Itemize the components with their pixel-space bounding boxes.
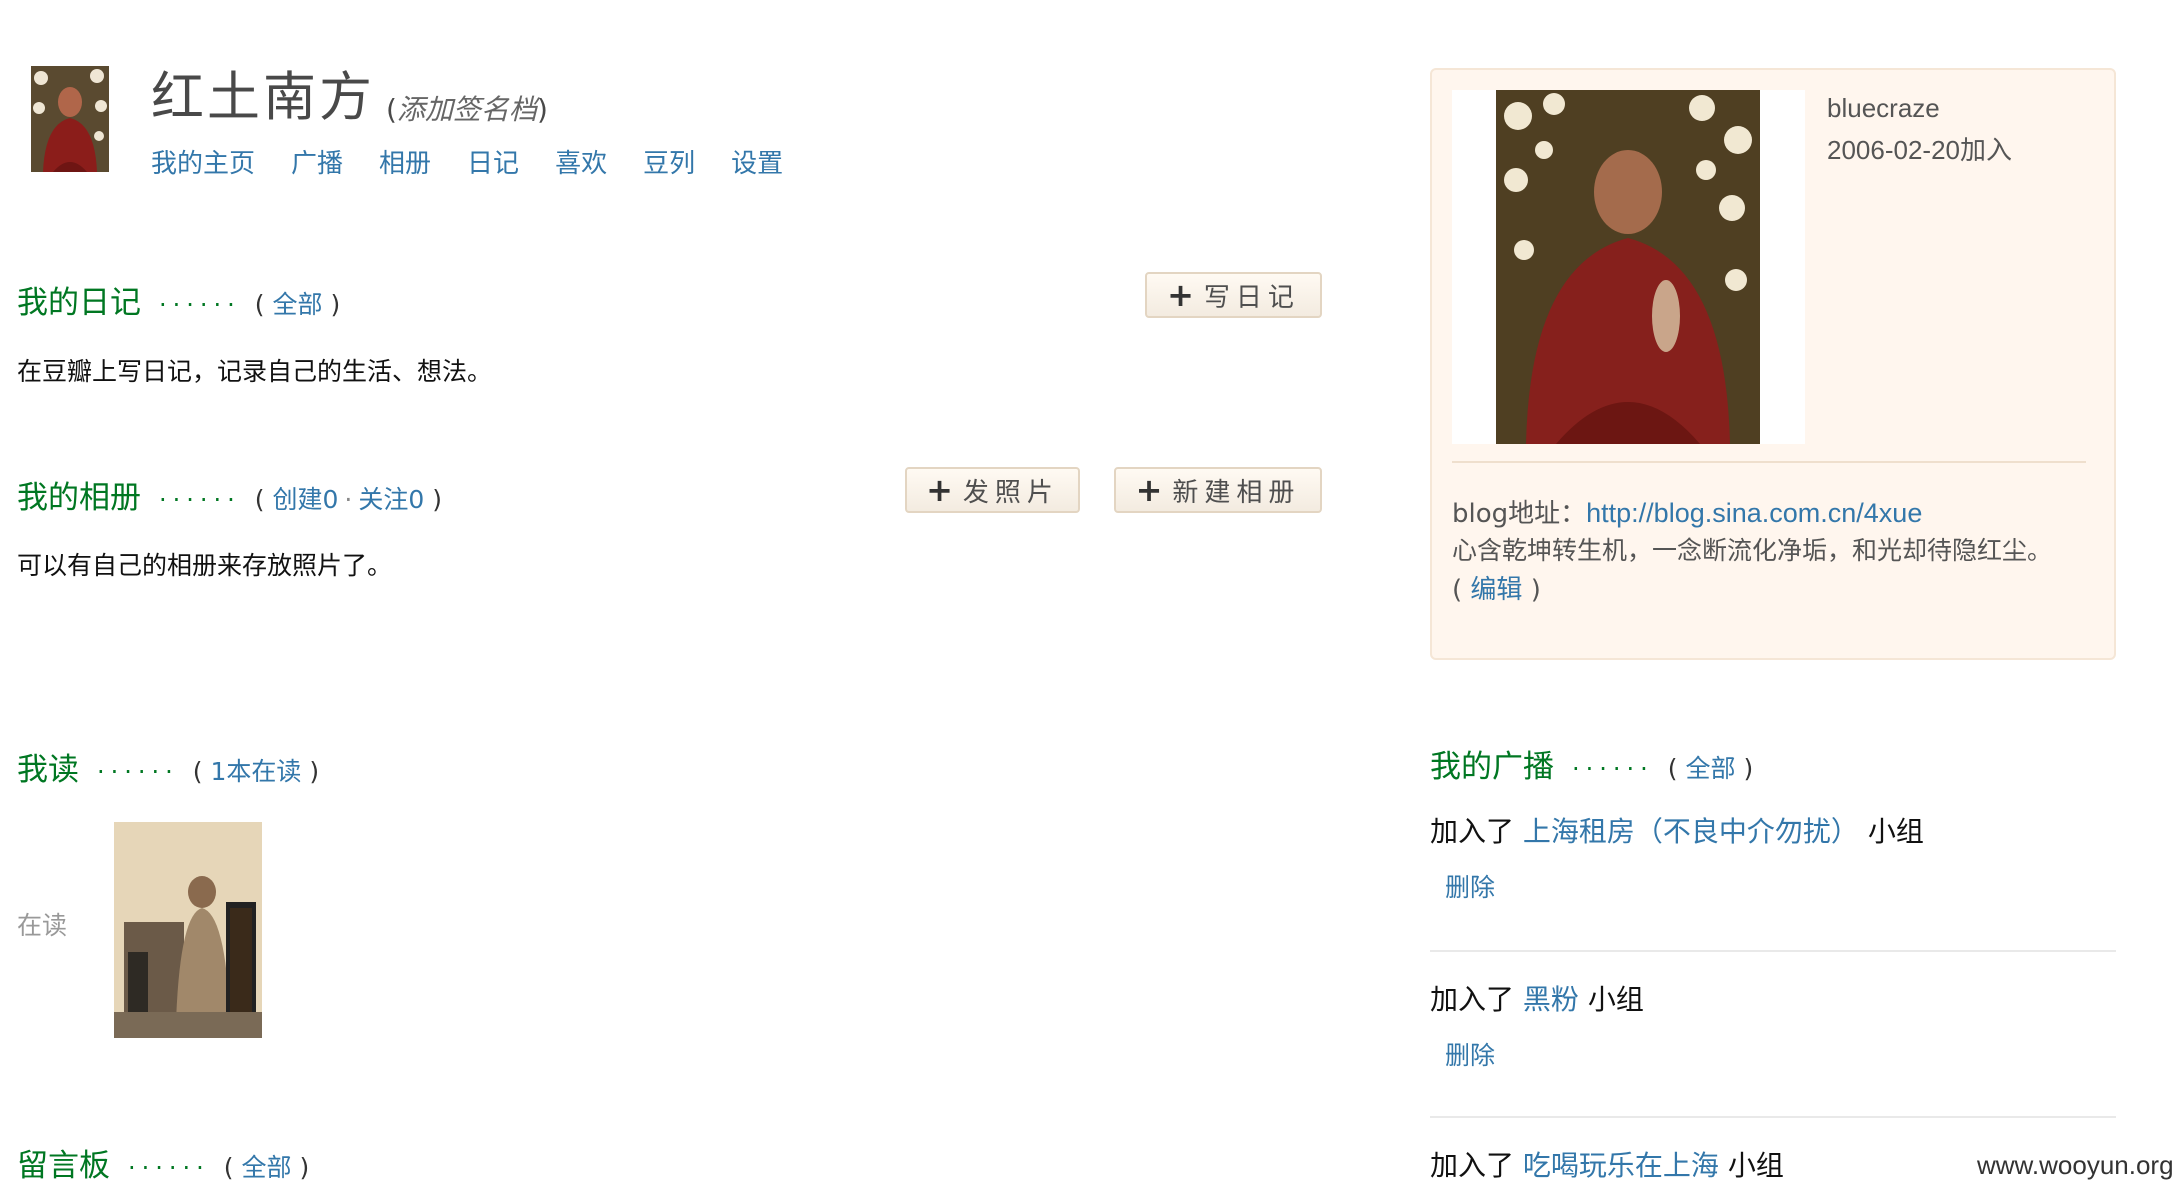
profile-photo[interactable] (1452, 90, 1805, 444)
add-signature-link[interactable]: 添加签名档 (397, 93, 537, 126)
write-diary-button[interactable]: + 写日记 (1145, 272, 1322, 318)
new-album-button[interactable]: + 新建相册 (1114, 467, 1322, 513)
nav-broadcast[interactable]: 广播 (291, 143, 343, 180)
plus-icon: + (1135, 471, 1163, 509)
diary-all-link[interactable]: 全部 (272, 290, 322, 319)
delete-broadcast-link[interactable]: 删除 (1445, 1036, 1495, 1072)
nav-diary[interactable]: 日记 (467, 143, 519, 180)
group-link[interactable]: 吃喝玩乐在上海 (1523, 1149, 1719, 1182)
plus-icon: + (926, 471, 953, 509)
diary-description: 在豆瓣上写日记，记录自己的生活、想法。 (17, 357, 493, 386)
nav-settings[interactable]: 设置 (731, 143, 783, 180)
broadcast-divider (1430, 1116, 2116, 1118)
broadcast-item: 加入了 黑粉 小组 (1430, 983, 1644, 1016)
broadcast-all-link[interactable]: 全部 (1685, 754, 1735, 783)
delete-broadcast-link[interactable]: 删除 (1445, 868, 1495, 904)
album-follow-link[interactable]: 关注0 (358, 485, 424, 514)
profile-joined-date: 2006-02-20加入 (1827, 135, 2012, 165)
nav-home[interactable]: 我的主页 (151, 143, 255, 180)
reading-count-link[interactable]: 1本在读 (210, 757, 301, 786)
broadcast-divider (1430, 950, 2116, 952)
nav-album[interactable]: 相册 (379, 143, 431, 180)
user-avatar[interactable] (31, 66, 109, 172)
profile-intro: 心含乾坤转生机，一念断流化净垢，和光却待隐红尘。 (1452, 536, 2053, 565)
album-description: 可以有自己的相册来存放照片了。 (17, 551, 393, 580)
group-link[interactable]: 上海租房（不良中介勿扰） (1523, 815, 1859, 848)
upload-photo-button[interactable]: + 发照片 (905, 467, 1080, 513)
broadcast-item: 加入了 上海租房（不良中介勿扰） 小组 (1430, 815, 1924, 848)
diary-section-title: 我的日记 ······ ( 全部 ) (17, 285, 341, 321)
reading-status-label: 在读 (17, 911, 68, 940)
album-section-title: 我的相册 ······ ( 创建0 · 关注0 ) (17, 480, 442, 516)
broadcast-section-title: 我的广播 ······ ( 全部 ) (1430, 749, 1754, 785)
broadcast-item: 加入了 吃喝玩乐在上海 小组 (1430, 1149, 1784, 1182)
edit-profile-link[interactable]: 编辑 (1470, 575, 1522, 605)
profile-divider (1452, 461, 2086, 463)
group-link[interactable]: 黑粉 (1523, 983, 1579, 1016)
page-title: 红土南方 (151, 67, 375, 128)
guestbook-section-title: 留言板 ······ ( 全部 ) (17, 1148, 310, 1184)
signature[interactable]: (添加签名档) (386, 88, 548, 128)
plus-icon: + (1167, 276, 1194, 314)
profile-nav: 我的主页 广播 相册 日记 喜欢 豆列 设置 (151, 143, 783, 180)
watermark: www.wooyun.org (1977, 1150, 2174, 1180)
guestbook-all-link[interactable]: 全部 (241, 1153, 291, 1182)
blog-address: blog地址：http://blog.sina.com.cn/4xue (1452, 498, 1923, 529)
nav-doulist[interactable]: 豆列 (643, 143, 695, 180)
profile-username: bluecraze (1827, 93, 1940, 123)
book-cover[interactable] (114, 822, 262, 1038)
album-created-link[interactable]: 创建0 (272, 485, 338, 514)
nav-likes[interactable]: 喜欢 (555, 143, 607, 180)
blog-link[interactable]: http://blog.sina.com.cn/4xue (1586, 498, 1922, 528)
reading-section-title: 我读 ······ ( 1本在读 ) (17, 752, 320, 788)
profile-edit: ( 编辑 ) (1452, 575, 1541, 605)
